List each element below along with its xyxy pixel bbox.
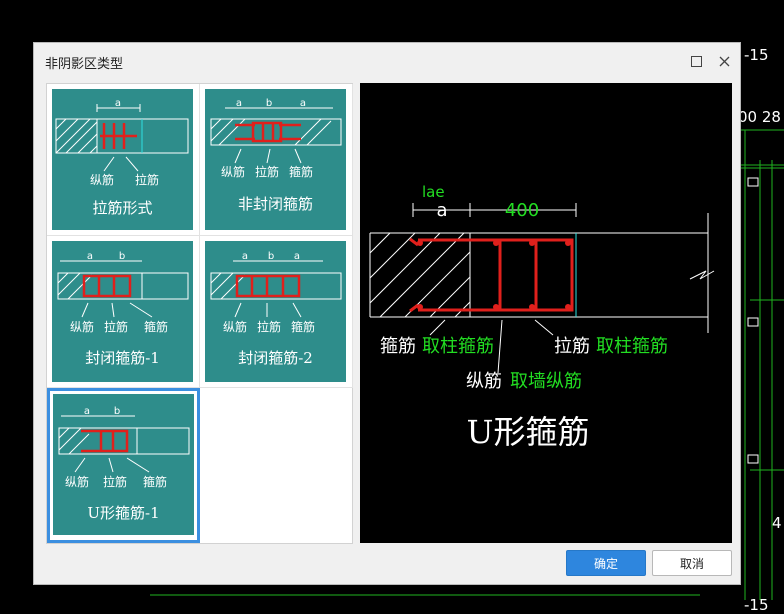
callout-stirrup: 箍筋 — [144, 319, 168, 334]
dim-label-a: a — [87, 251, 93, 262]
preview-panel: lae a 400 箍筋 取柱箍筋 拉筋 取柱箍筋 纵筋 取墙纵筋 U形箍筋 — [360, 83, 732, 543]
callout-tie: 拉筋 — [104, 319, 128, 334]
dim-label-a: a — [84, 406, 90, 417]
callout-stirrup: 箍筋 — [143, 474, 167, 489]
callout-longitudinal: 纵筋 — [223, 319, 247, 334]
tie-form-diagram: a 纵筋 拉筋 — [55, 98, 189, 187]
dialog-title: 非阴影区类型 — [45, 57, 124, 72]
preview-title: U形箍筋 — [467, 413, 590, 451]
dim-label-a: a — [300, 98, 306, 109]
option-card: a b 纵筋 拉筋 箍筋 封闭箍筋-1 — [52, 241, 193, 382]
maximize-button[interactable] — [686, 51, 706, 71]
stirrup-note-prefix: 箍筋 — [380, 336, 416, 357]
bg-label-1: -15 — [744, 46, 769, 64]
callout-tie: 拉筋 — [135, 172, 159, 187]
option-tie-form[interactable]: a 纵筋 拉筋 拉筋形式 — [47, 84, 200, 236]
callout-tie: 拉筋 — [255, 164, 279, 179]
bg-label-4: -15 — [744, 596, 769, 614]
dim-label-b: b — [268, 251, 274, 262]
long-note-rule: 取墙纵筋 — [510, 371, 582, 392]
callout-longitudinal: 纵筋 — [221, 164, 245, 179]
option-closed-stirrup-2[interactable]: a b a 纵筋 拉筋 箍筋 封闭箍筋-2 — [200, 236, 353, 388]
title-bar: 非阴影区类型 — [34, 43, 740, 79]
callout-longitudinal: 纵筋 — [70, 319, 94, 334]
close-button[interactable] — [714, 51, 734, 71]
tie-note-rule: 取柱箍筋 — [596, 336, 668, 357]
callout-stirrup: 箍筋 — [291, 319, 315, 334]
callout-stirrup: 箍筋 — [289, 164, 313, 179]
ok-button[interactable]: 确定 — [566, 550, 646, 576]
option-open-stirrup[interactable]: a b a 纵筋 拉筋 箍筋 非封闭箍筋 — [200, 84, 353, 236]
option-label: U形箍筋-1 — [87, 504, 160, 522]
maximize-icon — [690, 55, 702, 67]
bg-label-2: 00 28 — [738, 108, 781, 126]
option-card: a b 纵筋 拉筋 箍筋 U形箍筋-1 — [53, 394, 194, 535]
dim-label-a: a — [294, 251, 300, 262]
option-card: a 纵筋 拉筋 拉筋形式 — [52, 89, 193, 230]
option-closed-stirrup-1[interactable]: a b 纵筋 拉筋 箍筋 封闭箍筋-1 — [47, 236, 200, 388]
option-label: 封闭箍筋-1 — [85, 349, 160, 367]
cancel-button[interactable]: 取消 — [652, 550, 732, 576]
open-stirrup-diagram: a b a 纵筋 拉筋 箍筋 — [210, 98, 342, 179]
close-icon — [719, 56, 729, 66]
option-card: a b a 纵筋 拉筋 箍筋 非封闭箍筋 — [205, 89, 346, 230]
callout-tie: 拉筋 — [103, 474, 127, 489]
option-label: 非封闭箍筋 — [237, 195, 313, 213]
dim-label-400: 400 — [505, 200, 539, 221]
tie-note-prefix: 拉筋 — [554, 336, 590, 357]
dim-label-a: a — [115, 98, 121, 109]
callout-longitudinal: 纵筋 — [65, 474, 89, 489]
dim-label-lae: lae — [422, 183, 445, 201]
callout-tie: 拉筋 — [257, 319, 281, 334]
preview-diagram: lae a 400 箍筋 取柱箍筋 拉筋 取柱箍筋 纵筋 取墙纵筋 U形箍筋 — [369, 183, 715, 451]
dim-label-a: a — [236, 98, 242, 109]
u-stirrup-1-diagram: a b 纵筋 拉筋 箍筋 — [58, 406, 190, 489]
option-u-stirrup-1[interactable]: a b 纵筋 拉筋 箍筋 U形箍筋-1 — [47, 388, 200, 543]
option-label: 封闭箍筋-2 — [238, 349, 313, 367]
long-note-prefix: 纵筋 — [466, 371, 502, 392]
closed-stirrup-2-diagram: a b a 纵筋 拉筋 箍筋 — [210, 251, 342, 334]
dim-label-a: a — [436, 200, 447, 221]
dim-label-b: b — [119, 251, 125, 262]
option-card: a b a 纵筋 拉筋 箍筋 封闭箍筋-2 — [205, 241, 346, 382]
dim-label-b: b — [266, 98, 272, 109]
callout-longitudinal: 纵筋 — [90, 172, 114, 187]
bg-label-3: 4 — [772, 514, 782, 532]
option-label: 拉筋形式 — [92, 199, 153, 217]
dim-label-a: a — [242, 251, 248, 262]
closed-stirrup-1-diagram: a b 纵筋 拉筋 箍筋 — [57, 251, 189, 334]
dialog-window: 非阴影区类型 a 纵筋 拉筋 拉筋形式 a b a 纵筋 拉筋 箍筋 非封闭箍筋… — [33, 42, 741, 585]
dim-label-b: b — [114, 406, 120, 417]
stirrup-note-rule: 取柱箍筋 — [422, 336, 494, 357]
type-option-grid: a 纵筋 拉筋 拉筋形式 a b a 纵筋 拉筋 箍筋 非封闭箍筋 a b 纵筋… — [46, 83, 353, 544]
